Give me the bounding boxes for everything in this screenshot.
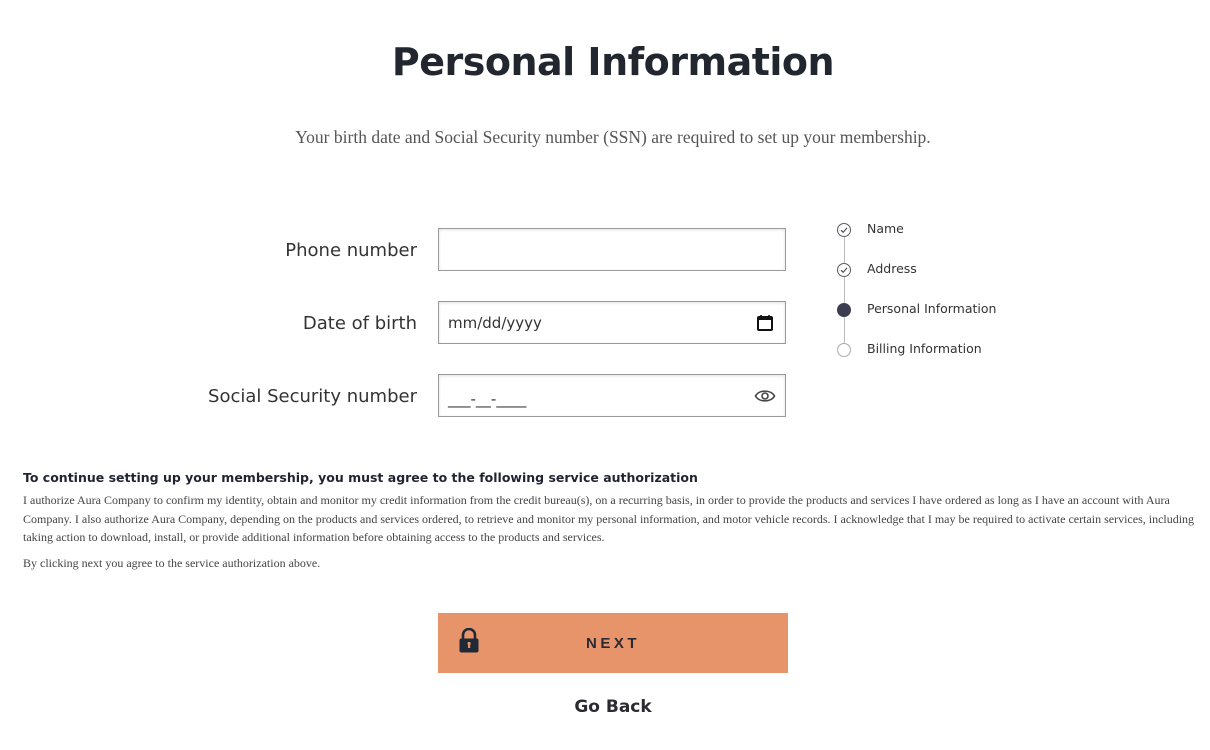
eye-icon[interactable] [754, 385, 776, 407]
page-title: Personal Information [391, 40, 835, 84]
calendar-icon[interactable] [754, 312, 776, 334]
active-step-icon [837, 303, 851, 317]
dob-label: Date of birth [302, 313, 417, 334]
check-icon [837, 263, 851, 277]
step-label: Name [867, 221, 904, 236]
phone-label: Phone number [285, 240, 417, 261]
step-label: Billing Information [867, 341, 982, 356]
authorization-note: By clicking next you agree to the servic… [23, 556, 321, 570]
authorization-heading: To continue setting up your membership, … [23, 470, 698, 485]
go-back-link[interactable]: Go Back [0, 697, 1210, 717]
page-subtitle: Your birth date and Social Security numb… [295, 127, 931, 147]
dob-input[interactable]: mm/dd/yyyy [438, 301, 786, 344]
phone-input[interactable] [438, 228, 786, 271]
stepper-line [844, 237, 845, 357]
pending-step-icon [837, 343, 851, 357]
ssn-input[interactable]: ___-__-____ [438, 374, 786, 417]
check-icon [837, 223, 851, 237]
ssn-label: Social Security number [208, 386, 417, 407]
ssn-value: ___-__-____ [448, 389, 527, 408]
step-label: Address [867, 261, 917, 276]
next-button[interactable]: NEXT [438, 613, 788, 673]
next-button-label: NEXT [585, 634, 640, 652]
step-label: Personal Information [867, 301, 997, 316]
dob-value: mm/dd/yyyy [448, 313, 542, 332]
lock-icon [458, 627, 480, 657]
authorization-text: I authorize Aura Company to confirm my i… [23, 493, 1195, 544]
